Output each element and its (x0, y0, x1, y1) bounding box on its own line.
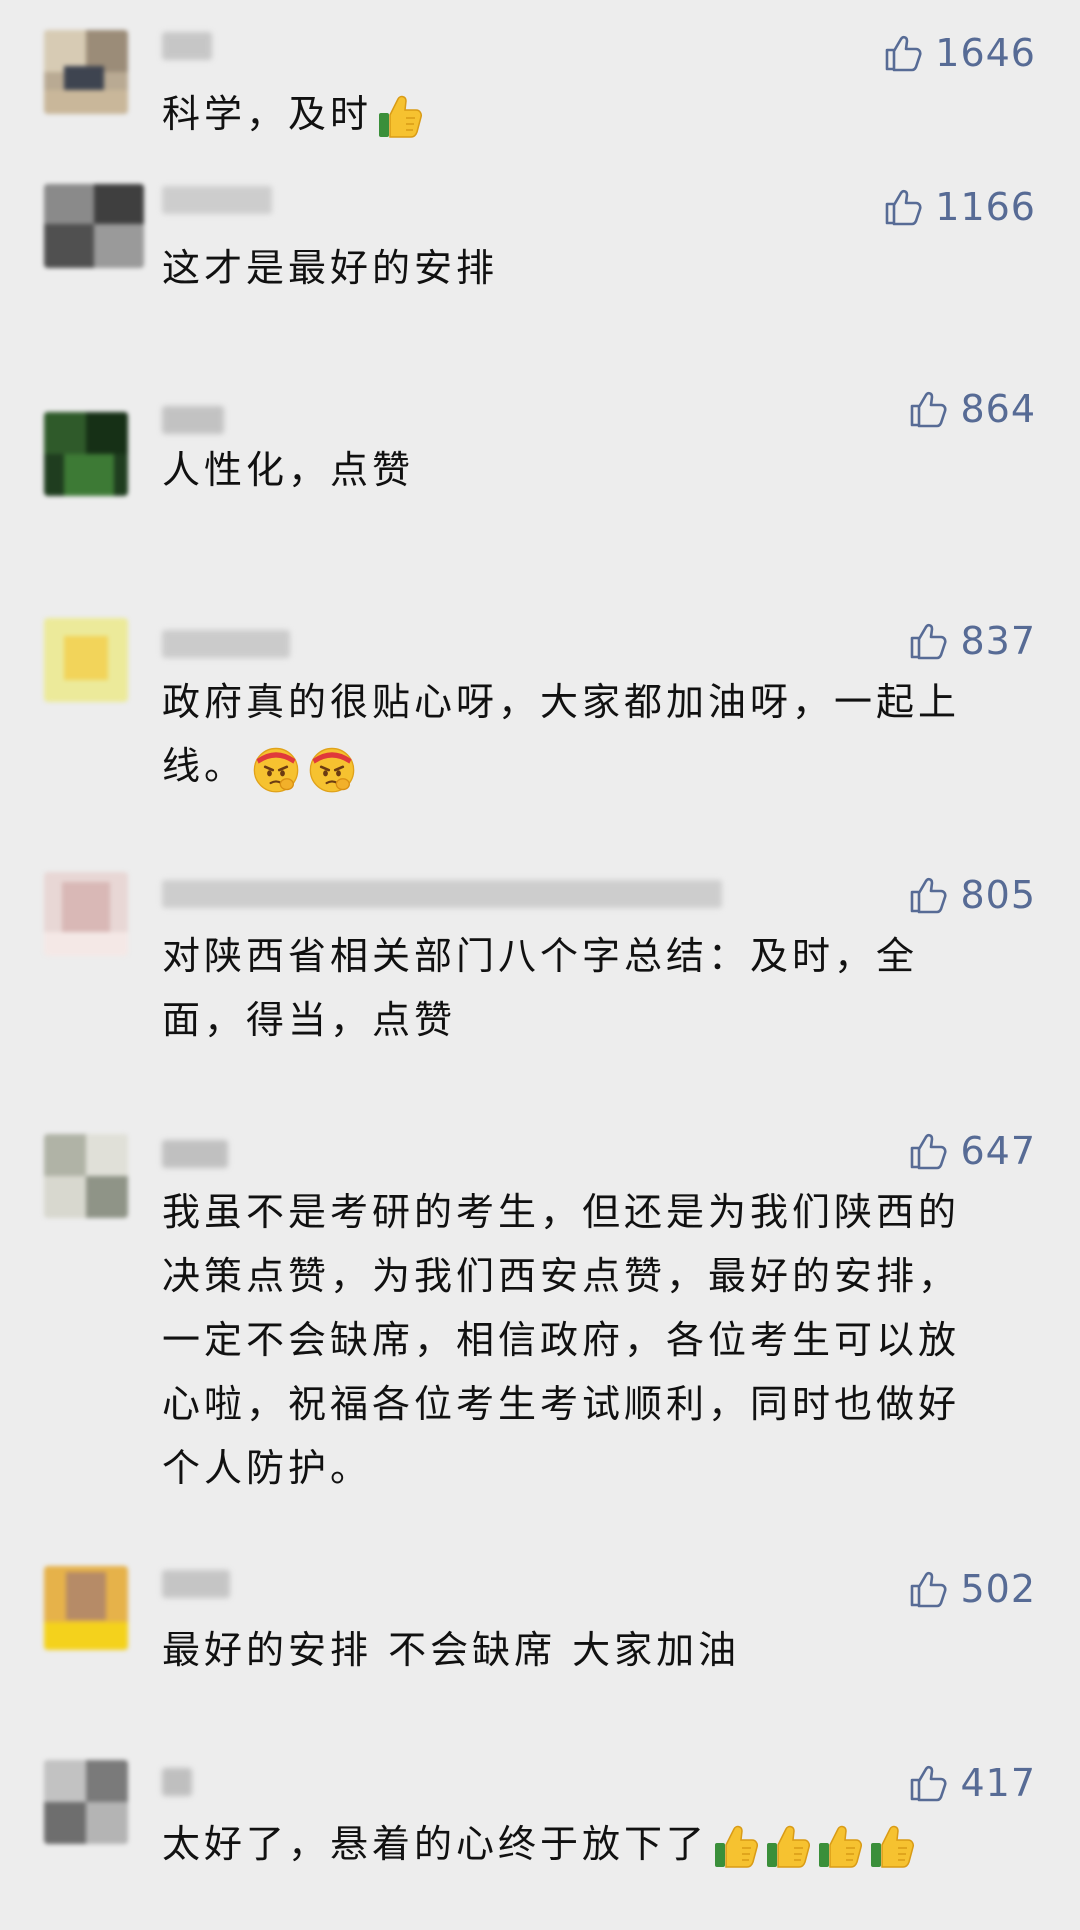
nickname[interactable] (162, 630, 290, 658)
like-icon (908, 389, 948, 429)
nickname[interactable] (162, 880, 722, 908)
like-icon (908, 1131, 948, 1171)
like-count: 502 (960, 1567, 1036, 1611)
comment-text-content: 最好的安排 不会缺席 大家加油 (162, 1628, 741, 1672)
thumbs-up-icon (764, 1823, 812, 1871)
determined-face-icon (306, 743, 358, 795)
thumbs-up-icon (868, 1823, 916, 1871)
comment-list: 1646 科学，及时 1166 这才是最好的安排 864 人性化，点赞 837 … (0, 0, 1080, 1930)
comment-text-line: 我虽不是考研的考生，但还是为我们陕西的 (162, 1190, 961, 1234)
avatar[interactable] (44, 872, 128, 956)
nickname[interactable] (162, 406, 224, 434)
nickname[interactable] (162, 1768, 192, 1796)
comment-text: 政府真的很贴心呀，大家都加油呀，一起上 线。 (162, 670, 1022, 798)
comment-text: 这才是最好的安排 (162, 236, 1022, 300)
comment-text: 我虽不是考研的考生，但还是为我们陕西的 决策点赞，为我们西安点赞，最好的安排， … (162, 1180, 1022, 1500)
comment-text-line: 个人防护。 (162, 1446, 373, 1490)
nickname[interactable] (162, 1140, 228, 1168)
thumbs-up-icon (816, 1823, 864, 1871)
comment-text: 最好的安排 不会缺席 大家加油 (162, 1618, 1022, 1682)
like-count: 417 (960, 1761, 1036, 1805)
comment-text-line: 政府真的很贴心呀，大家都加油呀，一起上 (162, 680, 961, 724)
comment-text-content: 太好了，悬着的心终于放下了 (162, 1822, 709, 1866)
like-count: 647 (960, 1129, 1036, 1173)
comment-text-content: 人性化，点赞 (162, 448, 415, 492)
like-count: 1166 (935, 185, 1036, 229)
comment-text: 人性化，点赞 (162, 438, 1022, 502)
comment-text-line: 一定不会缺席，相信政府，各位考生可以放 (162, 1318, 961, 1362)
like-icon (908, 875, 948, 915)
comment-text-content: 科学，及时 (162, 92, 373, 136)
comment-item: 837 政府真的很贴心呀，大家都加油呀，一起上 线。 (0, 616, 1080, 796)
thumbs-up-icon (712, 1823, 760, 1871)
like-button[interactable]: 502 (908, 1564, 1036, 1614)
comment-text: 对陕西省相关部门八个字总结：及时，全 面，得当，点赞 (162, 924, 1022, 1052)
like-icon (908, 1763, 948, 1803)
thumbs-up-icon (376, 93, 424, 141)
like-count: 805 (960, 873, 1036, 917)
nickname[interactable] (162, 1570, 230, 1598)
comment-item: 864 人性化，点赞 (0, 376, 1080, 496)
like-button[interactable]: 417 (908, 1758, 1036, 1808)
like-icon (908, 621, 948, 661)
like-button[interactable]: 864 (908, 384, 1036, 434)
comment-text-content: 这才是最好的安排 (162, 246, 499, 290)
comment-item: 502 最好的安排 不会缺席 大家加油 (0, 1564, 1080, 1674)
comment-text-line: 决策点赞，为我们西安点赞，最好的安排， (162, 1254, 961, 1298)
like-count: 1646 (935, 31, 1036, 75)
like-button[interactable]: 1646 (883, 28, 1036, 78)
comment-item: 805 对陕西省相关部门八个字总结：及时，全 面，得当，点赞 (0, 870, 1080, 1050)
like-button[interactable]: 805 (908, 870, 1036, 920)
avatar[interactable] (44, 30, 128, 114)
comment-text: 科学，及时 (162, 82, 1022, 146)
like-button[interactable]: 1166 (883, 182, 1036, 232)
like-icon (883, 33, 923, 73)
like-icon (883, 187, 923, 227)
comment-text-line: 心啦，祝福各位考生考试顺利，同时也做好 (162, 1382, 961, 1426)
comment-text: 太好了，悬着的心终于放下了 (162, 1812, 1022, 1876)
comment-text-content: 线。 (162, 744, 247, 788)
like-count: 864 (960, 387, 1036, 431)
nickname[interactable] (162, 32, 212, 60)
like-button[interactable]: 647 (908, 1126, 1036, 1176)
comment-item: 1166 这才是最好的安排 (0, 182, 1080, 292)
determined-face-icon (250, 743, 302, 795)
like-icon (908, 1569, 948, 1609)
like-button[interactable]: 837 (908, 616, 1036, 666)
avatar[interactable] (44, 184, 144, 268)
avatar[interactable] (44, 618, 128, 702)
comment-item: 1646 科学，及时 (0, 28, 1080, 138)
avatar[interactable] (44, 1134, 128, 1218)
comment-item: 417 太好了，悬着的心终于放下了 (0, 1758, 1080, 1878)
comment-text-line: 线。 (162, 734, 1022, 798)
nickname[interactable] (162, 186, 272, 214)
comment-text-line: 对陕西省相关部门八个字总结：及时，全 (162, 934, 919, 978)
comment-text-line: 面，得当，点赞 (162, 998, 457, 1042)
avatar[interactable] (44, 1566, 128, 1650)
like-count: 837 (960, 619, 1036, 663)
avatar[interactable] (44, 412, 128, 496)
comment-item: 647 我虽不是考研的考生，但还是为我们陕西的 决策点赞，为我们西安点赞，最好的… (0, 1126, 1080, 1490)
avatar[interactable] (44, 1760, 128, 1844)
